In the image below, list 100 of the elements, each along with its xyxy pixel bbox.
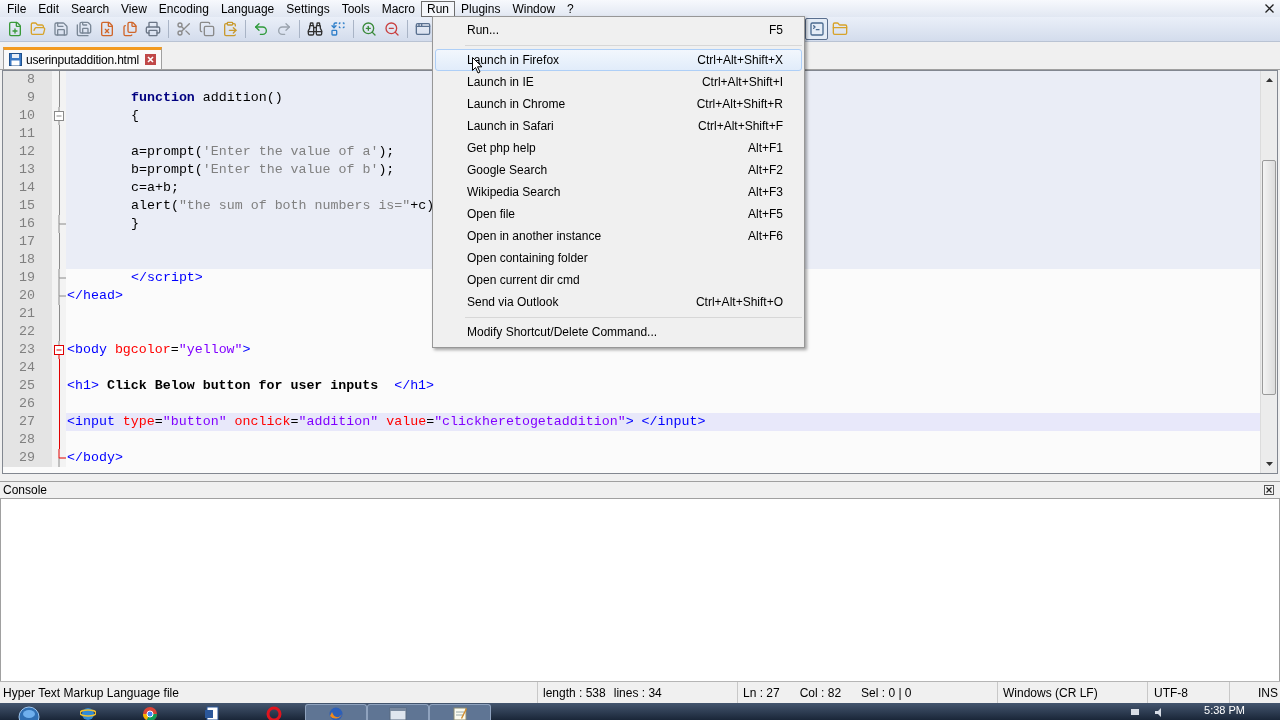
folder-icon <box>29 21 46 37</box>
menu-item[interactable]: Open containing folder <box>435 247 802 269</box>
menu-item[interactable]: Open current dir cmd <box>435 269 802 291</box>
line-number: 21 <box>3 305 52 323</box>
fold-collapse-icon[interactable] <box>52 107 66 125</box>
keyboard-shortcut: Alt+F1 <box>748 140 783 157</box>
menu[interactable]: Settings <box>280 0 336 17</box>
menu[interactable]: Tools <box>335 0 376 17</box>
screen-icon[interactable] <box>1130 708 1141 717</box>
menu[interactable]: Window <box>506 0 562 17</box>
line-number: 22 <box>3 323 52 341</box>
terminal-icon <box>808 21 825 37</box>
code-line: </script> <box>131 269 203 287</box>
keyboard-shortcut: F5 <box>769 22 783 39</box>
folder-icon <box>831 21 848 37</box>
line-number: 26 <box>3 395 52 413</box>
code-line: b=prompt('Enter the value of b'); <box>131 161 395 179</box>
menu-item[interactable]: Open file Alt+F5 <box>435 203 802 225</box>
menu-item[interactable]: Launch in Chrome Ctrl+Alt+Shift+R <box>435 93 802 115</box>
menu-item[interactable]: Get php help Alt+F1 <box>435 137 802 159</box>
file-tab[interactable]: userinputaddition.html <box>3 47 162 69</box>
keyboard-shortcut: Alt+F5 <box>748 206 783 223</box>
clock[interactable]: 5:38 PM <box>1204 703 1245 718</box>
line-number: 23 <box>3 341 52 359</box>
paste-icon <box>221 21 238 37</box>
menu[interactable]: Search <box>65 0 116 17</box>
notepad-icon <box>452 706 468 720</box>
menu[interactable]: Run <box>421 0 456 17</box>
code-line: <body bgcolor="yellow"> <box>67 341 251 359</box>
save-all-icon <box>75 21 92 37</box>
code-line: function addition() <box>131 89 283 107</box>
new-file-icon <box>6 21 23 37</box>
menu[interactable]: ? <box>561 0 580 17</box>
scrollbar-thumb[interactable] <box>1262 160 1276 395</box>
menu[interactable]: Plugins <box>455 0 507 17</box>
line-number: 24 <box>3 359 52 377</box>
up-arrow-icon[interactable] <box>1265 78 1273 82</box>
keyboard-shortcut: Ctrl+Alt+Shift+X <box>697 52 783 69</box>
menu-item[interactable]: Launch in IE Ctrl+Alt+Shift+I <box>435 71 802 93</box>
fold-collapse-icon[interactable] <box>52 341 66 359</box>
menu-item[interactable]: Launch in Safari Ctrl+Alt+Shift+F <box>435 115 802 137</box>
keyboard-shortcut: Ctrl+Alt+Shift+O <box>695 294 783 311</box>
globe-icon <box>328 706 344 720</box>
code-line: <h1> Click Below button for user inputs </h1> <box>67 377 435 395</box>
globe-icon <box>80 706 96 720</box>
replace-icon <box>329 21 346 37</box>
code-line: alert("the sum of both numbers is="+c) <box>131 197 435 215</box>
menu-item[interactable]: Modify Shortcut/Delete Command... <box>435 321 802 343</box>
close-icon[interactable] <box>1265 4 1274 13</box>
menu-item[interactable]: Google Search Alt+F2 <box>435 159 802 181</box>
window-icon <box>389 706 407 720</box>
line-number: 16 <box>3 215 52 233</box>
menu[interactable]: Language <box>214 0 281 17</box>
line-number: 28 <box>3 431 52 449</box>
start-orb-icon <box>17 706 40 720</box>
menu[interactable]: View <box>115 0 153 17</box>
scrollbar[interactable] <box>1260 71 1277 473</box>
selection-label: Sel : 0 | 0 <box>861 684 912 702</box>
line-number: 14 <box>3 179 52 197</box>
line-number: 13 <box>3 161 52 179</box>
menu-item[interactable]: Wikipedia Search Alt+F3 <box>435 181 802 203</box>
zoom-in-icon <box>360 21 377 37</box>
menu-item[interactable]: Send via Outlook Ctrl+Alt+Shift+O <box>435 291 802 313</box>
zoom-out-icon <box>383 21 400 37</box>
line-number: 27 <box>3 413 52 431</box>
line-number: 29 <box>3 449 52 467</box>
file-type-label: Hyper Text Markup Language file <box>3 684 179 702</box>
keyboard-shortcut: Alt+F6 <box>748 228 783 245</box>
panel-title: Console <box>3 482 48 499</box>
code-line: c=a+b; <box>131 179 179 197</box>
menu[interactable]: Encoding <box>152 0 215 17</box>
column-label: Col : 82 <box>799 684 842 702</box>
code-line: </body> <box>67 449 123 467</box>
menu-item[interactable]: Open in another instance Alt+F6 <box>435 225 802 247</box>
color-wheel-icon <box>142 706 158 720</box>
menu[interactable]: Macro <box>375 0 421 17</box>
copy-icon <box>198 21 215 37</box>
menu[interactable]: File <box>1 0 33 17</box>
keyboard-shortcut: Alt+F2 <box>748 162 783 179</box>
binoculars-icon <box>306 21 323 37</box>
code-line: } <box>131 215 139 233</box>
line-endings-label: Windows (CR LF) <box>1003 684 1098 702</box>
print-icon <box>144 21 161 37</box>
document-icon <box>204 706 220 720</box>
line-number: 11 <box>3 125 52 143</box>
save-icon <box>52 21 69 37</box>
console-button[interactable] <box>805 18 828 40</box>
encoding-label: UTF-8 <box>1154 684 1188 702</box>
line-number: 15 <box>3 197 52 215</box>
keyboard-shortcut: Alt+F3 <box>748 184 783 201</box>
window-icon <box>414 21 431 37</box>
line-number: 25 <box>3 377 52 395</box>
scissors-icon <box>175 21 192 37</box>
keyboard-shortcut: Ctrl+Alt+Shift+R <box>696 96 783 113</box>
close-file-icon <box>98 21 115 37</box>
close-icon[interactable] <box>1264 485 1274 495</box>
menu[interactable]: Edit <box>32 0 66 17</box>
line-number: 12 <box>3 143 52 161</box>
line-position-label: Ln : 27 <box>743 684 780 702</box>
down-arrow-icon[interactable] <box>1265 462 1273 466</box>
